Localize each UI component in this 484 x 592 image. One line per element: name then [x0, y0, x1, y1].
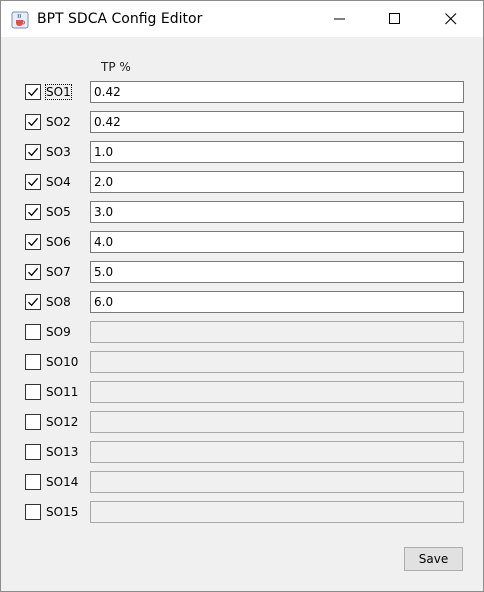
- so-row: SO12: [1, 411, 483, 433]
- tp-percent-value: 0.42: [94, 115, 121, 129]
- so-enable-checkbox[interactable]: [25, 384, 41, 400]
- maximize-icon: [389, 13, 400, 24]
- tp-percent-field: [90, 351, 464, 373]
- so-label[interactable]: SO1: [45, 84, 72, 100]
- so-row: SO11: [1, 381, 483, 403]
- checkmark-icon: [28, 117, 39, 127]
- minimize-button[interactable]: [317, 1, 363, 37]
- so-enable-checkbox[interactable]: [25, 234, 41, 250]
- tp-percent-field: [90, 381, 464, 403]
- so-row: SO1 0.42: [1, 81, 483, 103]
- tp-percent-value: 0.42: [94, 85, 121, 99]
- tp-percent-field: [90, 471, 464, 493]
- checkmark-icon: [28, 237, 39, 247]
- tp-percent-field[interactable]: 1.0: [90, 141, 464, 163]
- tp-percent-column-header: TP %: [101, 60, 131, 74]
- so-label[interactable]: SO3: [46, 145, 71, 159]
- window-title: BPT SDCA Config Editor: [37, 11, 203, 27]
- so-enable-checkbox[interactable]: [25, 324, 41, 340]
- so-label[interactable]: SO5: [46, 205, 71, 219]
- so-enable-checkbox[interactable]: [25, 204, 41, 220]
- so-enable-checkbox[interactable]: [25, 474, 41, 490]
- close-button[interactable]: [428, 1, 474, 37]
- so-row: SO8 6.0: [1, 291, 483, 313]
- so-enable-checkbox[interactable]: [25, 114, 41, 130]
- checkmark-icon: [28, 207, 39, 217]
- so-label[interactable]: SO6: [46, 235, 71, 249]
- maximize-button[interactable]: [372, 1, 418, 37]
- minimize-icon: [334, 18, 345, 20]
- so-enable-checkbox[interactable]: [25, 174, 41, 190]
- so-row: SO4 2.0: [1, 171, 483, 193]
- tp-percent-value: 5.0: [94, 265, 114, 279]
- so-row: SO5 3.0: [1, 201, 483, 223]
- so-label[interactable]: SO7: [46, 265, 71, 279]
- tp-percent-field: [90, 321, 464, 343]
- tp-percent-field: [90, 411, 464, 433]
- checkmark-icon: [28, 147, 39, 157]
- close-icon: [445, 13, 457, 25]
- so-row: SO14: [1, 471, 483, 493]
- so-row: SO3 1.0: [1, 141, 483, 163]
- so-label[interactable]: SO9: [46, 325, 71, 339]
- so-label[interactable]: SO13: [46, 445, 78, 459]
- so-enable-checkbox[interactable]: [25, 84, 41, 100]
- tp-percent-field[interactable]: 0.42: [90, 81, 464, 103]
- tp-percent-field[interactable]: 5.0: [90, 261, 464, 283]
- java-cup-icon: [11, 11, 29, 29]
- so-row: SO13: [1, 441, 483, 463]
- so-label[interactable]: SO10: [46, 355, 78, 369]
- so-enable-checkbox[interactable]: [25, 264, 41, 280]
- tp-percent-field[interactable]: 0.42: [90, 111, 464, 133]
- title-bar[interactable]: BPT SDCA Config Editor: [1, 1, 483, 38]
- tp-percent-value: 1.0: [94, 145, 114, 159]
- so-row: SO7 5.0: [1, 261, 483, 283]
- so-label[interactable]: SO14: [46, 475, 78, 489]
- so-row: SO6 4.0: [1, 231, 483, 253]
- so-enable-checkbox[interactable]: [25, 144, 41, 160]
- so-row: SO15: [1, 501, 483, 523]
- so-enable-checkbox[interactable]: [25, 504, 41, 520]
- so-label[interactable]: SO11: [46, 385, 78, 399]
- so-enable-checkbox[interactable]: [25, 294, 41, 310]
- tp-percent-field[interactable]: 3.0: [90, 201, 464, 223]
- tp-percent-value: 3.0: [94, 205, 114, 219]
- checkmark-icon: [28, 87, 39, 97]
- tp-percent-field: [90, 501, 464, 523]
- so-enable-checkbox[interactable]: [25, 354, 41, 370]
- tp-percent-value: 4.0: [94, 235, 114, 249]
- so-label[interactable]: SO4: [46, 175, 71, 189]
- config-editor-window: BPT SDCA Config Editor TP % SO1 0.42 SO2 0.…: [0, 0, 484, 592]
- so-label[interactable]: SO15: [46, 505, 78, 519]
- tp-percent-field[interactable]: 6.0: [90, 291, 464, 313]
- so-label[interactable]: SO2: [46, 115, 71, 129]
- checkmark-icon: [28, 177, 39, 187]
- tp-percent-field[interactable]: 2.0: [90, 171, 464, 193]
- so-row: SO9: [1, 321, 483, 343]
- so-label[interactable]: SO8: [46, 295, 71, 309]
- tp-percent-field: [90, 441, 464, 463]
- tp-percent-field[interactable]: 4.0: [90, 231, 464, 253]
- checkmark-icon: [28, 267, 39, 277]
- save-button[interactable]: Save: [404, 547, 463, 571]
- tp-percent-value: 6.0: [94, 295, 114, 309]
- checkmark-icon: [28, 297, 39, 307]
- so-row: SO2 0.42: [1, 111, 483, 133]
- so-enable-checkbox[interactable]: [25, 414, 41, 430]
- tp-percent-value: 2.0: [94, 175, 114, 189]
- so-label[interactable]: SO12: [46, 415, 78, 429]
- so-enable-checkbox[interactable]: [25, 444, 41, 460]
- so-row: SO10: [1, 351, 483, 373]
